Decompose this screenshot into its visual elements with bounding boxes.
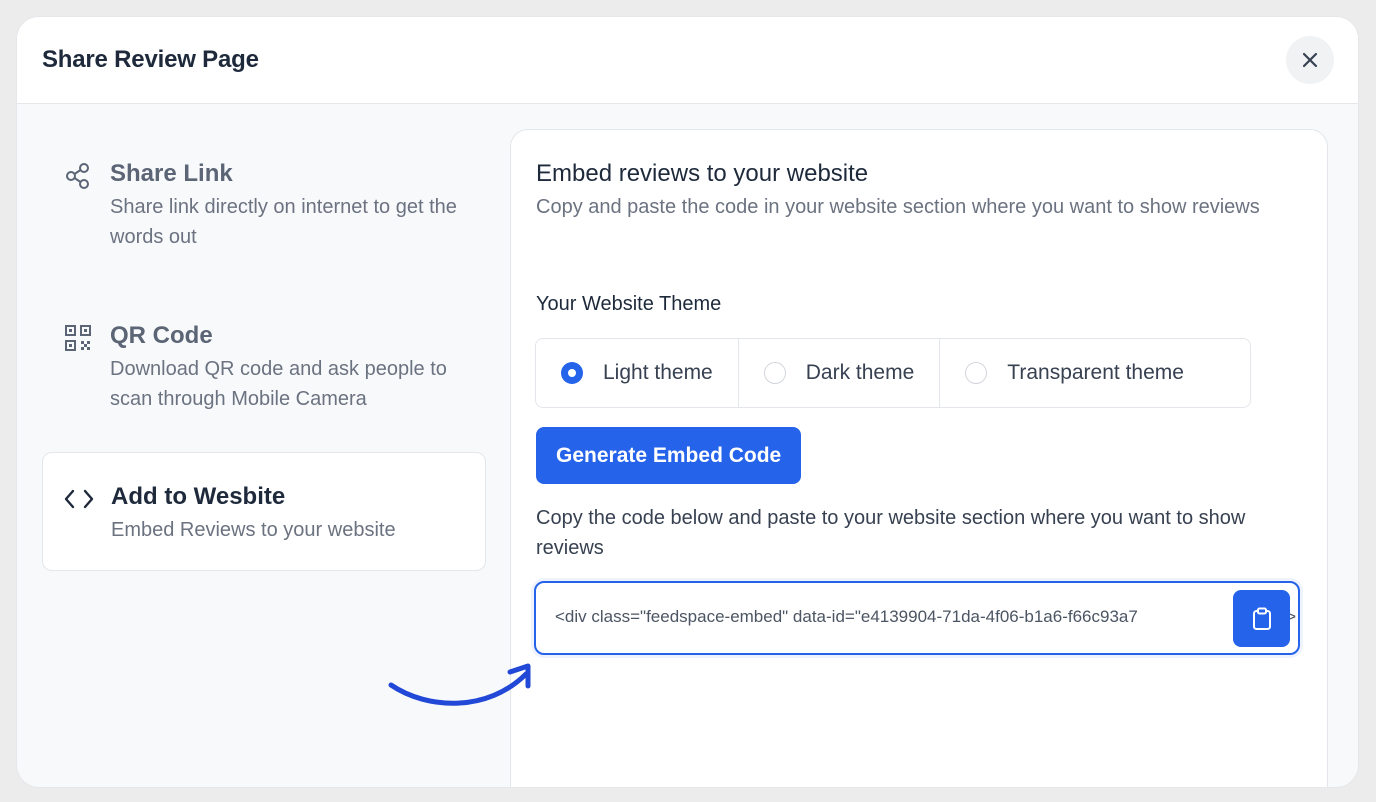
embed-code-field[interactable]: <div class="feedspace-embed" data-id="e4…	[534, 581, 1300, 655]
sidebar-item-title: Share Link	[110, 160, 233, 187]
sidebar-item-description: Embed Reviews to your website	[111, 519, 396, 541]
close-icon	[1302, 52, 1318, 68]
radio-transparent[interactable]	[965, 362, 988, 384]
theme-option-label: Light theme	[603, 361, 713, 384]
radio-dark[interactable]	[763, 362, 786, 384]
theme-label: Your Website Theme	[536, 293, 722, 315]
generate-embed-code-button[interactable]: Generate Embed Code	[536, 427, 802, 484]
sidebar-item-add-to-website[interactable]: Add to Wesbite Embed Reviews to your web…	[42, 452, 486, 571]
annotation-arrow-icon	[388, 663, 531, 706]
embed-code-text[interactable]: <div class="feedspace-embed" data-id="e4…	[555, 607, 1138, 627]
theme-option-light[interactable]: Light theme	[536, 339, 739, 407]
code-icon	[63, 483, 95, 515]
radio-light-checked[interactable]	[561, 362, 583, 384]
sidebar-item-title: QR Code	[110, 322, 213, 349]
share-review-modal: Share Review Page Share Link Share link …	[17, 17, 1358, 787]
theme-option-dark[interactable]: Dark theme	[739, 339, 941, 407]
qr-code-icon	[62, 322, 94, 354]
sidebar-item-share-link[interactable]: Share Link Share link directly on intern…	[42, 152, 484, 262]
share-icon	[62, 160, 94, 192]
theme-option-label: Transparent theme	[1007, 361, 1184, 384]
sidebar-item-qr-code[interactable]: QR Code Download QR code and ask people …	[42, 314, 484, 424]
close-button[interactable]	[1286, 36, 1334, 84]
clipboard-icon	[1252, 607, 1271, 630]
theme-radio-group: Light theme Dark theme Transparent theme	[535, 338, 1251, 408]
panel-subtitle: Copy and paste the code in your website …	[536, 196, 1260, 218]
copy-instructions: Copy the code below and paste to your we…	[536, 507, 1246, 559]
modal-title: Share Review Page	[42, 46, 259, 73]
theme-option-label: Dark theme	[805, 361, 915, 384]
copy-code-button[interactable]	[1233, 590, 1290, 647]
sidebar-item-title: Add to Wesbite	[111, 483, 286, 510]
sidebar-item-description: Download QR code and ask people to scan …	[110, 358, 447, 410]
modal-header: Share Review Page	[17, 17, 1358, 104]
panel-title: Embed reviews to your website	[536, 160, 869, 187]
theme-option-transparent[interactable]: Transparent theme	[940, 339, 1209, 407]
embed-panel: Embed reviews to your website Copy and p…	[510, 129, 1328, 787]
sidebar-item-description: Share link directly on internet to get t…	[110, 196, 457, 248]
